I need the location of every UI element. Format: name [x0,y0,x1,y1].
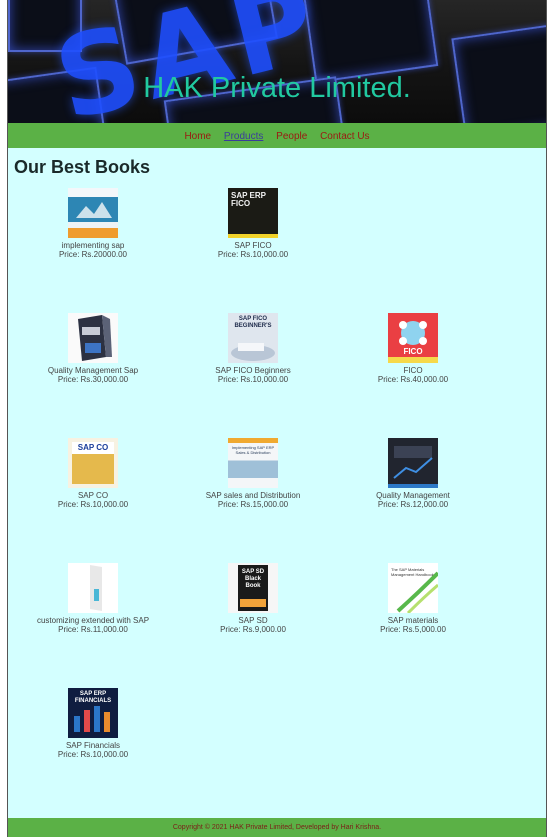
book-title: SAP Financials [65,741,121,750]
book-cover-text: FICO [403,347,423,356]
book-price: Price: Rs.9,000.00 [220,625,286,634]
page-frame: SAP HAK Private Limited. Home Products P… [7,0,547,837]
main-nav: Home Products People Contact Us [8,123,546,148]
book-title: implementing sap [61,241,125,250]
book-cover[interactable]: SAP ERP FICO [228,188,278,238]
book-price: Price: Rs.30,000.00 [57,375,129,384]
book-cover-text: SAP FICO BEGINNER'S [234,316,272,329]
book-title: FICO [403,366,423,375]
book-cover[interactable] [68,188,118,238]
book-cover[interactable]: SAP CO [68,438,118,488]
book-title: Quality Management Sap [47,366,139,375]
book-card[interactable]: SAP ERP FICO SAP FICO Price: Rs.10,000.0… [173,188,333,259]
book-title: SAP sales and Distribution [205,491,301,500]
book-price: Price: Rs.5,000.00 [380,625,446,634]
nav-home[interactable]: Home [184,131,211,142]
header-banner: SAP HAK Private Limited. [8,0,546,123]
book-price: Price: Rs.11,000.00 [58,625,128,634]
book-cover-text: SAP CO [77,443,109,452]
nav-people[interactable]: People [276,131,307,142]
book-cover-text: SAP ERP FICO [231,191,266,208]
book-price: Price: Rs.40,000.00 [377,375,449,384]
book-card[interactable]: Implementing SAP ERP Sales & Distributio… [173,438,333,509]
book-card[interactable]: SAP FICO BEGINNER'S SAP FICO Beginners P… [173,313,333,384]
book-price: Price: Rs.10,000.00 [217,250,289,259]
book-cover[interactable]: SAP ERP FINANCIALS [68,688,118,738]
book-card[interactable]: SAP CO SAP CO Price: Rs.10,000.00 [13,438,173,509]
book-title: SAP materials [387,616,439,625]
book-price: Price: Rs.12,000.00 [377,500,449,509]
book-title: customizing extended with SAP [36,616,150,625]
book-cover[interactable] [68,313,118,363]
book-cover[interactable]: SAP SD Black Book [228,563,278,613]
book-cover[interactable]: The SAP Materials Management Handbook [388,563,438,613]
book-price: Price: Rs.20000.00 [58,250,128,259]
book-card[interactable]: FICO FICO Price: Rs.40,000.00 [333,313,493,384]
book-price: Price: Rs.10,000.00 [217,375,289,384]
book-price: Price: Rs.10,000.00 [57,500,129,509]
footer: Copyright © 2021 HAK Private Limited, De… [8,818,546,837]
book-cover[interactable] [388,438,438,488]
book-price: Price: Rs.10,000.00 [57,750,129,759]
book-card[interactable]: Quality Management Price: Rs.12,000.00 [333,438,493,509]
book-card[interactable]: SAP SD Black Book SAP SD Price: Rs.9,000… [173,563,333,634]
nav-products[interactable]: Products [224,131,263,142]
book-title: SAP SD [238,616,268,625]
book-card[interactable]: Quality Management Sap Price: Rs.30,000.… [13,313,173,384]
book-card[interactable]: The SAP Materials Management Handbook SA… [333,563,493,634]
book-cover[interactable]: Implementing SAP ERP Sales & Distributio… [228,438,278,488]
site-title: HAK Private Limited. [143,72,411,104]
book-cover[interactable]: FICO [388,313,438,363]
book-title: SAP FICO Beginners [215,366,291,375]
book-cover-text: SAP SD Black Book [241,569,265,589]
book-title: Quality Management [376,491,450,500]
book-title: SAP FICO [234,241,272,250]
book-card[interactable]: customizing extended with SAP Price: Rs.… [13,563,173,634]
book-card[interactable]: implementing sap Price: Rs.20000.00 [13,188,173,259]
book-cover[interactable]: SAP FICO BEGINNER'S [228,313,278,363]
book-price: Price: Rs.15,000.00 [217,500,289,509]
page-title: Our Best Books [14,157,151,177]
book-card[interactable]: SAP ERP FINANCIALS SAP Financials Price:… [13,688,173,759]
book-cover-text: Implementing SAP ERP Sales & Distributio… [231,445,275,455]
book-cover[interactable] [68,563,118,613]
nav-contact-us[interactable]: Contact Us [320,131,369,142]
book-title: SAP CO [77,491,109,500]
